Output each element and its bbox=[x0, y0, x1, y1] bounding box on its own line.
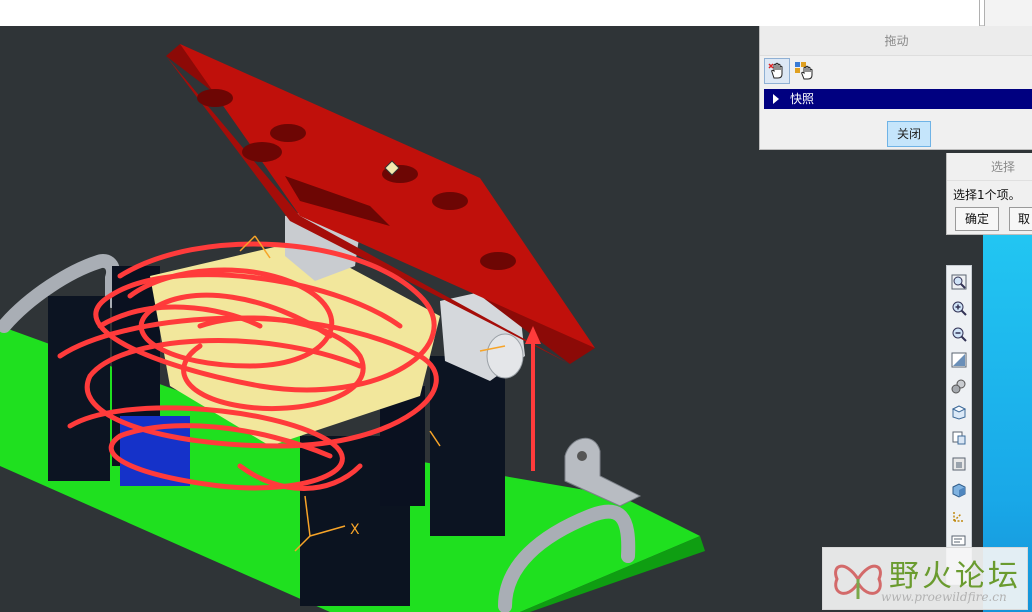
shading-icon bbox=[952, 483, 966, 498]
hand-pan-icon bbox=[768, 62, 783, 79]
select-message: 选择1个项。 bbox=[953, 188, 1021, 202]
butterfly-logo-icon bbox=[834, 564, 882, 599]
close-button[interactable]: 关闭 bbox=[887, 121, 931, 147]
select-dialog-title: 选择 bbox=[947, 153, 1032, 181]
saved-orientations-button[interactable] bbox=[949, 428, 969, 448]
black-block[interactable] bbox=[430, 356, 505, 536]
watermark-title: 野火论坛 bbox=[889, 559, 1021, 594]
saved-orientations-icon bbox=[952, 431, 966, 445]
select-dialog: 选择 选择1个项。 确定 取 bbox=[946, 153, 1032, 235]
named-views-button[interactable] bbox=[949, 402, 969, 422]
refit-icon bbox=[951, 274, 967, 290]
spin-center-icon bbox=[951, 379, 966, 394]
display-style-button[interactable] bbox=[949, 454, 969, 474]
zoom-in-button[interactable] bbox=[949, 298, 969, 318]
repaint-button[interactable] bbox=[949, 350, 969, 370]
drag-toolbar bbox=[762, 58, 1030, 86]
drag-dialog-title: 拖动 bbox=[760, 26, 1032, 56]
forum-watermark: 野火论坛 www.proewildfire.cn bbox=[822, 547, 1028, 610]
repaint-icon bbox=[951, 352, 967, 368]
snapshot-section-label: 快照 bbox=[790, 92, 815, 106]
ok-button[interactable]: 确定 bbox=[955, 207, 999, 231]
axis-label-x: X bbox=[350, 522, 360, 538]
hand-pan-button[interactable] bbox=[764, 58, 790, 84]
zoom-out-icon bbox=[952, 327, 967, 342]
hand-snapshot-button[interactable] bbox=[792, 58, 818, 84]
named-views-icon bbox=[951, 405, 967, 420]
refit-button[interactable] bbox=[949, 272, 969, 292]
watermark-url: www.proewildfire.cn bbox=[881, 590, 1007, 604]
screen: X 拖动 快照 关闭 选择 选择1个项。 确定 取 野火论坛 www.proew… bbox=[0, 0, 1032, 612]
spin-center-button[interactable] bbox=[949, 376, 969, 396]
hinge-bore bbox=[486, 333, 524, 379]
top-input-strip[interactable] bbox=[0, 0, 980, 26]
datum-display-button[interactable] bbox=[949, 506, 969, 526]
datum-display-icon bbox=[953, 511, 964, 522]
cancel-button[interactable]: 取 bbox=[1009, 207, 1032, 231]
hand-snapshot-icon bbox=[795, 62, 813, 80]
top-right-panel bbox=[984, 0, 1032, 26]
snapshot-section-header[interactable]: 快照 bbox=[764, 89, 1032, 109]
shading-button[interactable] bbox=[949, 480, 969, 500]
display-style-icon bbox=[952, 457, 966, 471]
expand-triangle-icon bbox=[773, 94, 779, 104]
zoom-out-button[interactable] bbox=[949, 324, 969, 344]
zoom-in-icon bbox=[952, 301, 967, 316]
view-toolbar bbox=[946, 265, 972, 585]
bracket-hole bbox=[577, 451, 587, 461]
top-command-bar bbox=[0, 0, 1032, 26]
